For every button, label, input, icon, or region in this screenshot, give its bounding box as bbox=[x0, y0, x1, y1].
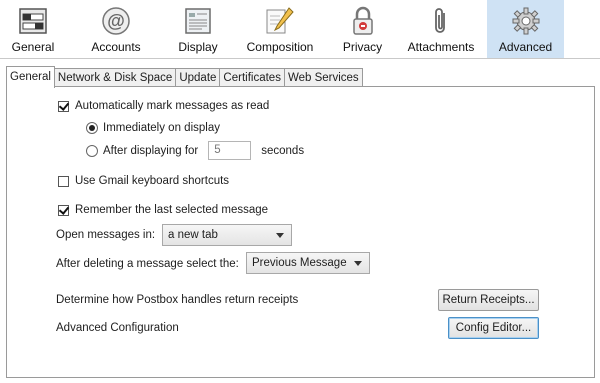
seconds-input[interactable]: 5 bbox=[208, 141, 252, 160]
immediately-radio[interactable] bbox=[86, 122, 98, 134]
lock-icon bbox=[347, 5, 379, 37]
immediately-row[interactable]: Immediately on display bbox=[86, 122, 220, 134]
toolbar-label: Advanced bbox=[498, 40, 553, 54]
chevron-down-icon bbox=[276, 233, 284, 238]
gmail-label: Use Gmail keyboard shortcuts bbox=[75, 175, 230, 187]
toolbar-composition[interactable]: Composition bbox=[230, 0, 330, 58]
general-panel: Automatically mark messages as read Imme… bbox=[6, 86, 595, 378]
after-displaying-radio[interactable] bbox=[86, 144, 98, 157]
tab-network-disk-space[interactable]: Network & Disk Space bbox=[53, 68, 177, 87]
seconds-label: seconds bbox=[261, 144, 305, 157]
gmail-row[interactable]: Use Gmail keyboard shortcuts bbox=[58, 175, 229, 187]
tab-general[interactable]: General bbox=[6, 66, 55, 88]
toolbar-label: General bbox=[11, 40, 55, 54]
config-editor-button[interactable]: Config Editor... bbox=[448, 317, 539, 339]
advanced-tabs: General Network & Disk Space Update Cert… bbox=[6, 66, 363, 88]
after-displaying-row: After displaying for 5 seconds bbox=[86, 141, 304, 160]
open-in-value: a new tab bbox=[168, 229, 218, 241]
return-receipts-button[interactable]: Return Receipts... bbox=[438, 289, 539, 311]
toolbar-label: Privacy bbox=[342, 40, 383, 54]
toolbar-display[interactable]: Display bbox=[166, 0, 230, 58]
toolbar-label: Accounts bbox=[91, 40, 141, 54]
toolbar-accounts[interactable]: @ Accounts bbox=[66, 0, 166, 58]
auto-mark-row[interactable]: Automatically mark messages as read bbox=[58, 100, 269, 112]
general-icon bbox=[17, 5, 49, 37]
toolbar-privacy[interactable]: Privacy bbox=[330, 0, 395, 58]
svg-text:@: @ bbox=[107, 11, 125, 31]
gmail-checkbox[interactable] bbox=[58, 175, 69, 187]
toolbar-advanced[interactable]: Advanced bbox=[487, 0, 564, 58]
remember-label: Remember the last selected message bbox=[75, 204, 269, 216]
at-icon: @ bbox=[100, 5, 132, 37]
open-in-label: Open messages in: bbox=[56, 229, 156, 241]
toolbar-label: Attachments bbox=[407, 40, 475, 54]
preferences-toolbar: General @ Accounts Display Composition P… bbox=[0, 0, 600, 59]
remember-checkbox[interactable] bbox=[58, 204, 69, 216]
toolbar-label: Composition bbox=[246, 40, 314, 54]
after-delete-dropdown[interactable]: Previous Message bbox=[246, 252, 370, 274]
receipts-label: Determine how Postbox handles return rec… bbox=[56, 294, 299, 306]
chevron-down-icon bbox=[354, 261, 362, 266]
toolbar-general[interactable]: General bbox=[0, 0, 66, 58]
pencil-icon bbox=[264, 5, 296, 37]
tab-certificates[interactable]: Certificates bbox=[219, 68, 285, 87]
paperclip-icon bbox=[425, 5, 457, 37]
toolbar-label: Display bbox=[178, 40, 218, 54]
toolbar-attachments[interactable]: Attachments bbox=[395, 0, 487, 58]
after-delete-label: After deleting a message select the: bbox=[56, 258, 239, 270]
auto-mark-checkbox[interactable] bbox=[58, 100, 69, 112]
display-icon bbox=[182, 5, 214, 37]
open-in-dropdown[interactable]: a new tab bbox=[162, 224, 292, 246]
after-displaying-label: After displaying for bbox=[103, 144, 199, 157]
advanced-config-label: Advanced Configuration bbox=[56, 322, 179, 334]
auto-mark-label: Automatically mark messages as read bbox=[75, 100, 270, 112]
tab-update[interactable]: Update bbox=[175, 68, 221, 87]
remember-row[interactable]: Remember the last selected message bbox=[58, 204, 268, 216]
immediately-label: Immediately on display bbox=[103, 122, 220, 134]
after-delete-value: Previous Message bbox=[252, 257, 347, 269]
gear-icon bbox=[510, 5, 542, 37]
tab-web-services[interactable]: Web Services bbox=[283, 68, 363, 87]
